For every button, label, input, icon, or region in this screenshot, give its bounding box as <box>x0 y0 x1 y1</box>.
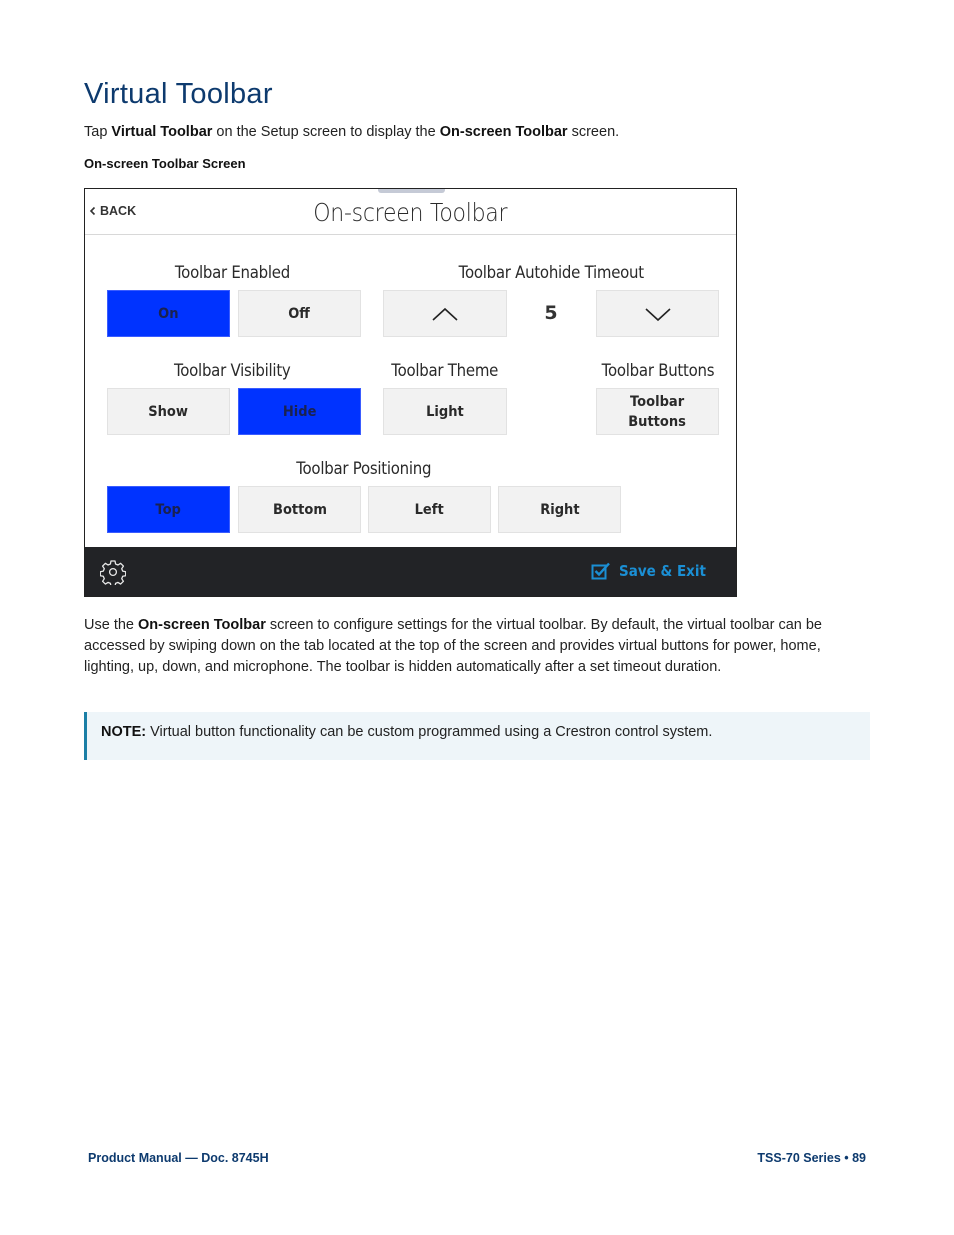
intro-text: on the Setup screen to display the <box>212 124 440 140</box>
intro-paragraph: Tap Virtual Toolbar on the Setup screen … <box>84 124 619 140</box>
toolbar-enabled-on-button[interactable]: On <box>107 290 230 337</box>
save-exit-label: Save & Exit <box>619 562 707 580</box>
footer-doc-info: Product Manual — Doc. 8745H <box>88 1151 269 1165</box>
chevron-up-icon <box>432 307 458 321</box>
toolbar-buttons-line2: Buttons <box>628 413 687 430</box>
toolbar-theme-label: Toolbar Theme <box>391 361 499 381</box>
note-label: NOTE: <box>101 724 147 740</box>
toolbar-enabled-label: Toolbar Enabled <box>174 263 291 283</box>
position-left-button[interactable]: Left <box>368 486 491 533</box>
on-screen-toolbar-screenshot: BACK On-screen Toolbar Toolbar Enabled O… <box>84 188 737 597</box>
intro-bold-on-screen-toolbar: On-screen Toolbar <box>439 124 568 140</box>
screen-title: On-screen Toolbar <box>313 198 508 227</box>
timeout-value: 5 <box>544 302 558 324</box>
timeout-decrease-button[interactable] <box>596 290 719 337</box>
toolbar-buttons-label: Toolbar Buttons <box>601 361 715 381</box>
autohide-timeout-label: Toolbar Autohide Timeout <box>458 263 644 283</box>
toolbar-enabled-off-button[interactable]: Off <box>238 290 361 337</box>
toolbar-visibility-hide-button[interactable]: Hide <box>238 388 361 435</box>
checkbox-checked-icon <box>591 562 611 580</box>
body-paragraph: Use the On-screen Toolbar screen to conf… <box>84 615 874 678</box>
intro-text: screen. <box>567 124 620 140</box>
figure-caption: On-screen Toolbar Screen <box>84 156 246 171</box>
gear-icon[interactable] <box>100 559 126 585</box>
screen-header: BACK On-screen Toolbar <box>85 189 736 235</box>
position-bottom-button[interactable]: Bottom <box>238 486 361 533</box>
toolbar-visibility-show-button[interactable]: Show <box>107 388 230 435</box>
body-text: Use the <box>84 617 138 633</box>
note-callout: NOTE: Virtual button functionality can b… <box>84 712 870 760</box>
toolbar-theme-button[interactable]: Light <box>383 388 507 435</box>
body-bold-on-screen-toolbar: On-screen Toolbar <box>138 617 266 633</box>
save-exit-button[interactable]: Save & Exit <box>591 562 716 580</box>
position-top-button[interactable]: Top <box>107 486 230 533</box>
intro-text: Tap <box>84 124 112 140</box>
page-title: Virtual Toolbar <box>84 78 273 110</box>
note-text: Virtual button functionality can be cust… <box>146 724 713 740</box>
intro-bold-virtual-toolbar: Virtual Toolbar <box>111 124 213 140</box>
position-right-button[interactable]: Right <box>498 486 621 533</box>
toolbar-buttons-button[interactable]: Toolbar Buttons <box>596 388 719 435</box>
toolbar-buttons-line1: Toolbar <box>630 393 685 410</box>
footer-page-info: TSS-70 Series • 89 <box>757 1151 866 1165</box>
toolbar-visibility-label: Toolbar Visibility <box>174 361 291 381</box>
timeout-increase-button[interactable] <box>383 290 507 337</box>
screen-footer-bar: Save & Exit <box>85 547 736 596</box>
toolbar-positioning-label: Toolbar Positioning <box>296 459 431 479</box>
chevron-down-icon <box>644 307 671 321</box>
